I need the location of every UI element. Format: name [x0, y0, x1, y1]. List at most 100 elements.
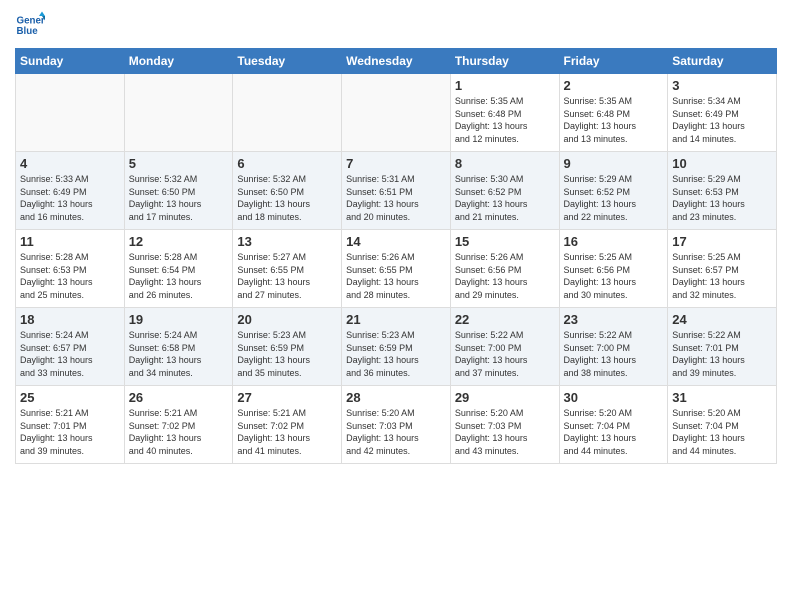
calendar-cell: 30 Sunrise: 5:20 AM Sunset: 7:04 PM Dayli… — [559, 386, 668, 464]
header-cell-tuesday: Tuesday — [233, 49, 342, 74]
day-content: Sunrise: 5:23 AM Sunset: 6:59 PM Dayligh… — [237, 329, 337, 379]
day-number: 5 — [129, 156, 229, 171]
calendar-cell: 16 Sunrise: 5:25 AM Sunset: 6:56 PM Dayli… — [559, 230, 668, 308]
day-content: Sunrise: 5:25 AM Sunset: 6:57 PM Dayligh… — [672, 251, 772, 301]
page: General Blue SundayMondayTuesdayWednesda… — [0, 0, 792, 612]
day-content: Sunrise: 5:24 AM Sunset: 6:57 PM Dayligh… — [20, 329, 120, 379]
calendar-cell: 13Sunrise: 5:27 AM Sunset: 6:55 PM Dayli… — [233, 230, 342, 308]
calendar-table: SundayMondayTuesdayWednesdayThursdayFrid… — [15, 48, 777, 464]
calendar-body: 1 Sunrise: 5:35 AM Sunset: 6:48 PM Daylig… — [16, 74, 777, 464]
day-number: 14 — [346, 234, 446, 249]
day-content: Sunrise: 5:22 AM Sunset: 7:00 PM Dayligh… — [564, 329, 664, 379]
header: General Blue — [15, 10, 777, 40]
day-number: 15 — [455, 234, 555, 249]
header-row: SundayMondayTuesdayWednesdayThursdayFrid… — [16, 49, 777, 74]
day-content: Sunrise: 5:32 AM Sunset: 6:50 PM Dayligh… — [237, 173, 337, 223]
day-number: 27 — [237, 390, 337, 405]
calendar-cell: 10 Sunrise: 5:29 AM Sunset: 6:53 PM Dayli… — [668, 152, 777, 230]
day-number: 13 — [237, 234, 337, 249]
calendar-cell: 15 Sunrise: 5:26 AM Sunset: 6:56 PM Dayli… — [450, 230, 559, 308]
calendar-cell: 14Sunrise: 5:26 AM Sunset: 6:55 PM Dayli… — [342, 230, 451, 308]
day-number: 11 — [20, 234, 120, 249]
day-number: 7 — [346, 156, 446, 171]
week-row-5: 25 Sunrise: 5:21 AM Sunset: 7:01 PM Dayli… — [16, 386, 777, 464]
calendar-cell: 27Sunrise: 5:21 AM Sunset: 7:02 PM Dayli… — [233, 386, 342, 464]
day-content: Sunrise: 5:29 AM Sunset: 6:53 PM Dayligh… — [672, 173, 772, 223]
day-number: 21 — [346, 312, 446, 327]
calendar-cell: 7Sunrise: 5:31 AM Sunset: 6:51 PM Daylig… — [342, 152, 451, 230]
day-number: 8 — [455, 156, 555, 171]
day-number: 22 — [455, 312, 555, 327]
day-content: Sunrise: 5:35 AM Sunset: 6:48 PM Dayligh… — [564, 95, 664, 145]
calendar-cell: 18Sunrise: 5:24 AM Sunset: 6:57 PM Dayli… — [16, 308, 125, 386]
calendar-cell: 5 Sunrise: 5:32 AM Sunset: 6:50 PM Daylig… — [124, 152, 233, 230]
day-content: Sunrise: 5:33 AM Sunset: 6:49 PM Dayligh… — [20, 173, 120, 223]
calendar-cell: 29 Sunrise: 5:20 AM Sunset: 7:03 PM Dayli… — [450, 386, 559, 464]
calendar-cell — [342, 74, 451, 152]
week-row-2: 4 Sunrise: 5:33 AM Sunset: 6:49 PM Daylig… — [16, 152, 777, 230]
calendar-cell: 12 Sunrise: 5:28 AM Sunset: 6:54 PM Dayli… — [124, 230, 233, 308]
day-content: Sunrise: 5:22 AM Sunset: 7:00 PM Dayligh… — [455, 329, 555, 379]
day-content: Sunrise: 5:20 AM Sunset: 7:03 PM Dayligh… — [455, 407, 555, 457]
day-number: 2 — [564, 78, 664, 93]
day-number: 30 — [564, 390, 664, 405]
header-cell-friday: Friday — [559, 49, 668, 74]
day-number: 23 — [564, 312, 664, 327]
calendar-cell: 8 Sunrise: 5:30 AM Sunset: 6:52 PM Daylig… — [450, 152, 559, 230]
day-number: 20 — [237, 312, 337, 327]
calendar-cell: 28Sunrise: 5:20 AM Sunset: 7:03 PM Dayli… — [342, 386, 451, 464]
calendar-header: SundayMondayTuesdayWednesdayThursdayFrid… — [16, 49, 777, 74]
day-content: Sunrise: 5:35 AM Sunset: 6:48 PM Dayligh… — [455, 95, 555, 145]
svg-text:General: General — [17, 16, 46, 27]
day-number: 24 — [672, 312, 772, 327]
calendar-cell — [124, 74, 233, 152]
day-number: 10 — [672, 156, 772, 171]
day-content: Sunrise: 5:20 AM Sunset: 7:04 PM Dayligh… — [564, 407, 664, 457]
week-row-1: 1 Sunrise: 5:35 AM Sunset: 6:48 PM Daylig… — [16, 74, 777, 152]
logo: General Blue — [15, 10, 45, 40]
calendar-cell — [233, 74, 342, 152]
calendar-cell: 11 Sunrise: 5:28 AM Sunset: 6:53 PM Dayli… — [16, 230, 125, 308]
day-content: Sunrise: 5:23 AM Sunset: 6:59 PM Dayligh… — [346, 329, 446, 379]
header-cell-saturday: Saturday — [668, 49, 777, 74]
day-number: 31 — [672, 390, 772, 405]
day-number: 6 — [237, 156, 337, 171]
day-content: Sunrise: 5:30 AM Sunset: 6:52 PM Dayligh… — [455, 173, 555, 223]
calendar-cell: 17Sunrise: 5:25 AM Sunset: 6:57 PM Dayli… — [668, 230, 777, 308]
day-content: Sunrise: 5:21 AM Sunset: 7:01 PM Dayligh… — [20, 407, 120, 457]
day-content: Sunrise: 5:28 AM Sunset: 6:53 PM Dayligh… — [20, 251, 120, 301]
day-content: Sunrise: 5:29 AM Sunset: 6:52 PM Dayligh… — [564, 173, 664, 223]
header-cell-sunday: Sunday — [16, 49, 125, 74]
day-number: 12 — [129, 234, 229, 249]
calendar-cell: 1 Sunrise: 5:35 AM Sunset: 6:48 PM Daylig… — [450, 74, 559, 152]
day-number: 29 — [455, 390, 555, 405]
day-content: Sunrise: 5:21 AM Sunset: 7:02 PM Dayligh… — [129, 407, 229, 457]
day-content: Sunrise: 5:24 AM Sunset: 6:58 PM Dayligh… — [129, 329, 229, 379]
day-number: 19 — [129, 312, 229, 327]
day-content: Sunrise: 5:25 AM Sunset: 6:56 PM Dayligh… — [564, 251, 664, 301]
day-number: 16 — [564, 234, 664, 249]
day-content: Sunrise: 5:20 AM Sunset: 7:03 PM Dayligh… — [346, 407, 446, 457]
calendar-cell: 19 Sunrise: 5:24 AM Sunset: 6:58 PM Dayli… — [124, 308, 233, 386]
day-number: 9 — [564, 156, 664, 171]
day-number: 1 — [455, 78, 555, 93]
calendar-cell: 20 Sunrise: 5:23 AM Sunset: 6:59 PM Dayli… — [233, 308, 342, 386]
calendar-cell — [16, 74, 125, 152]
calendar-cell: 23 Sunrise: 5:22 AM Sunset: 7:00 PM Dayli… — [559, 308, 668, 386]
day-content: Sunrise: 5:26 AM Sunset: 6:56 PM Dayligh… — [455, 251, 555, 301]
header-cell-monday: Monday — [124, 49, 233, 74]
calendar-cell: 25 Sunrise: 5:21 AM Sunset: 7:01 PM Dayli… — [16, 386, 125, 464]
header-cell-thursday: Thursday — [450, 49, 559, 74]
logo-icon: General Blue — [15, 10, 45, 40]
calendar-cell: 31 Sunrise: 5:20 AM Sunset: 7:04 PM Dayli… — [668, 386, 777, 464]
calendar-cell: 21 Sunrise: 5:23 AM Sunset: 6:59 PM Dayli… — [342, 308, 451, 386]
day-number: 25 — [20, 390, 120, 405]
day-content: Sunrise: 5:32 AM Sunset: 6:50 PM Dayligh… — [129, 173, 229, 223]
day-content: Sunrise: 5:20 AM Sunset: 7:04 PM Dayligh… — [672, 407, 772, 457]
day-number: 26 — [129, 390, 229, 405]
day-content: Sunrise: 5:28 AM Sunset: 6:54 PM Dayligh… — [129, 251, 229, 301]
day-content: Sunrise: 5:22 AM Sunset: 7:01 PM Dayligh… — [672, 329, 772, 379]
day-number: 3 — [672, 78, 772, 93]
day-number: 4 — [20, 156, 120, 171]
week-row-3: 11 Sunrise: 5:28 AM Sunset: 6:53 PM Dayli… — [16, 230, 777, 308]
